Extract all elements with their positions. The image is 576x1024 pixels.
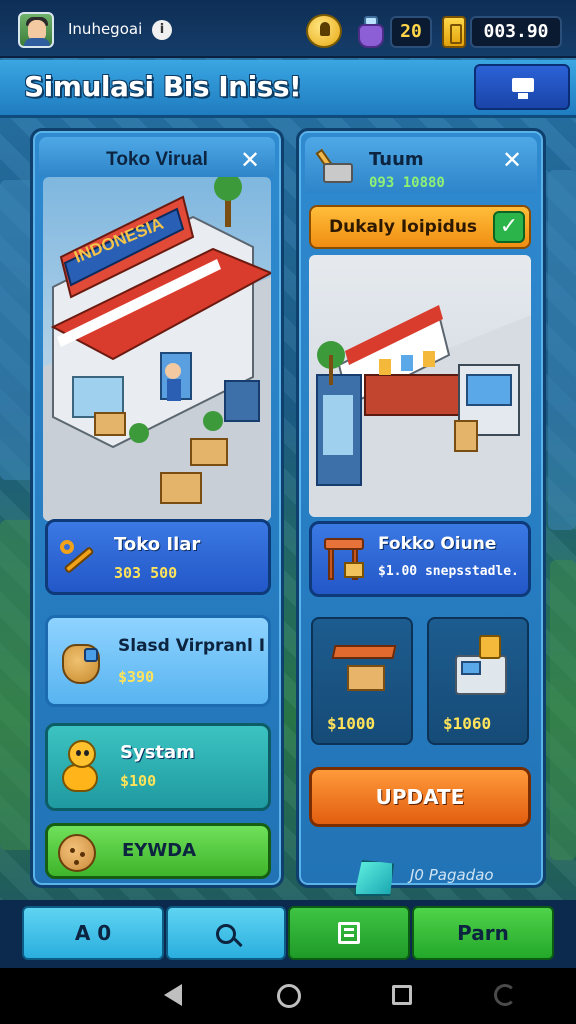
store-card-toko-ilar[interactable]: Toko Ilar 303 500 <box>45 519 271 595</box>
bag-icon[interactable] <box>356 14 386 48</box>
update-button[interactable]: UPDATE <box>309 767 531 827</box>
coin-icon <box>442 16 466 48</box>
bg-park <box>0 520 34 850</box>
card-price: $1.00 snepsstadle. <box>378 564 519 579</box>
feature-card-fokko[interactable]: Fokko Oiune $1.00 snepsstadle. <box>309 521 531 597</box>
card-label: EYWDA <box>122 840 197 861</box>
card-label: Fokko Oiune <box>378 534 497 554</box>
rotate-icon[interactable] <box>494 984 516 1006</box>
card-label: Toko Ilar <box>114 534 201 555</box>
tile-price: $1060 <box>443 714 492 733</box>
upgrade-panel: Tuum 093 10880 ✕ Dukaly Ioipidus ✓ Fokko… <box>296 128 546 888</box>
close-icon[interactable]: ✕ <box>239 148 261 172</box>
upgrade-banner-label: Dukaly Ioipidus <box>329 217 478 237</box>
gems-counter: 20 <box>390 16 432 48</box>
upgrade-tile[interactable]: $1000 <box>311 617 413 745</box>
store-scene-svg: INDONESIA <box>43 177 271 521</box>
nav-button-search[interactable] <box>166 906 286 960</box>
nav-button-a0[interactable]: A 0 <box>22 906 164 960</box>
upgrade-panel-header: Tuum 093 10880 ✕ <box>305 137 537 193</box>
info-icon[interactable]: i <box>152 20 172 40</box>
avatar[interactable] <box>18 12 54 48</box>
monitor-icon <box>512 78 534 92</box>
upgrade-panel-subtitle: 093 10880 <box>369 175 445 191</box>
card-price: $390 <box>118 668 155 686</box>
booth-icon <box>322 534 368 582</box>
tile-price: $1000 <box>327 714 376 733</box>
card-price: $100 <box>120 772 157 790</box>
close-icon[interactable]: ✕ <box>501 148 523 172</box>
store-card-systam[interactable]: Systam $100 <box>45 723 271 811</box>
document-icon <box>338 922 360 944</box>
recents-icon[interactable] <box>392 985 412 1005</box>
store-card-slasd[interactable]: Slasd Virpranl I $390 <box>45 615 271 707</box>
upgrade-tile[interactable]: $1060 <box>427 617 529 745</box>
store-illustration: INDONESIA <box>43 177 271 521</box>
bulb-icon[interactable] <box>306 14 342 48</box>
upgrade-panel-title: Tuum <box>369 149 424 170</box>
cookie-icon <box>58 834 96 872</box>
store-panel: Toko Virual ✕ INDONESIA Toko Ilar 303 50… <box>30 128 284 888</box>
player-name: Inuhegoai <box>68 20 143 38</box>
monitor-button[interactable] <box>474 64 570 110</box>
back-icon[interactable] <box>164 984 182 1006</box>
status-bar: Inuhegoai i 20 003.90 <box>0 0 576 58</box>
store-panel-header: Toko Virual ✕ <box>39 137 275 177</box>
card-price: 303 500 <box>114 564 178 582</box>
shop-interior-illustration <box>309 255 531 517</box>
search-icon <box>216 924 236 944</box>
system-nav-bar <box>0 968 576 1024</box>
nav-button-parn[interactable]: Parn <box>412 906 554 960</box>
money-counter: 003.90 <box>470 16 562 48</box>
machine-icon <box>451 633 513 699</box>
game-title: Simulasi Bis Iniss! <box>24 70 302 103</box>
home-icon[interactable] <box>277 984 301 1008</box>
shop-interior-svg <box>309 305 531 517</box>
bg-park <box>550 560 576 860</box>
card-label: Systam <box>120 742 195 763</box>
toolbox-icon <box>315 148 355 185</box>
bg-building <box>548 170 576 530</box>
bottom-nav: A 0 Parn <box>0 900 576 968</box>
money-bag-icon <box>58 628 104 686</box>
upgrade-banner[interactable]: Dukaly Ioipidus ✓ <box>309 205 531 249</box>
chick-icon <box>56 736 106 798</box>
footer-label: J0 Pagadao <box>410 866 494 884</box>
card-label: Slasd Virpranl I <box>118 636 266 656</box>
store-card-eywda[interactable]: EYWDA <box>45 823 271 879</box>
nav-button-document[interactable] <box>288 906 410 960</box>
wrench-icon <box>58 536 102 578</box>
check-icon[interactable]: ✓ <box>493 211 525 243</box>
stall-icon <box>331 637 397 697</box>
